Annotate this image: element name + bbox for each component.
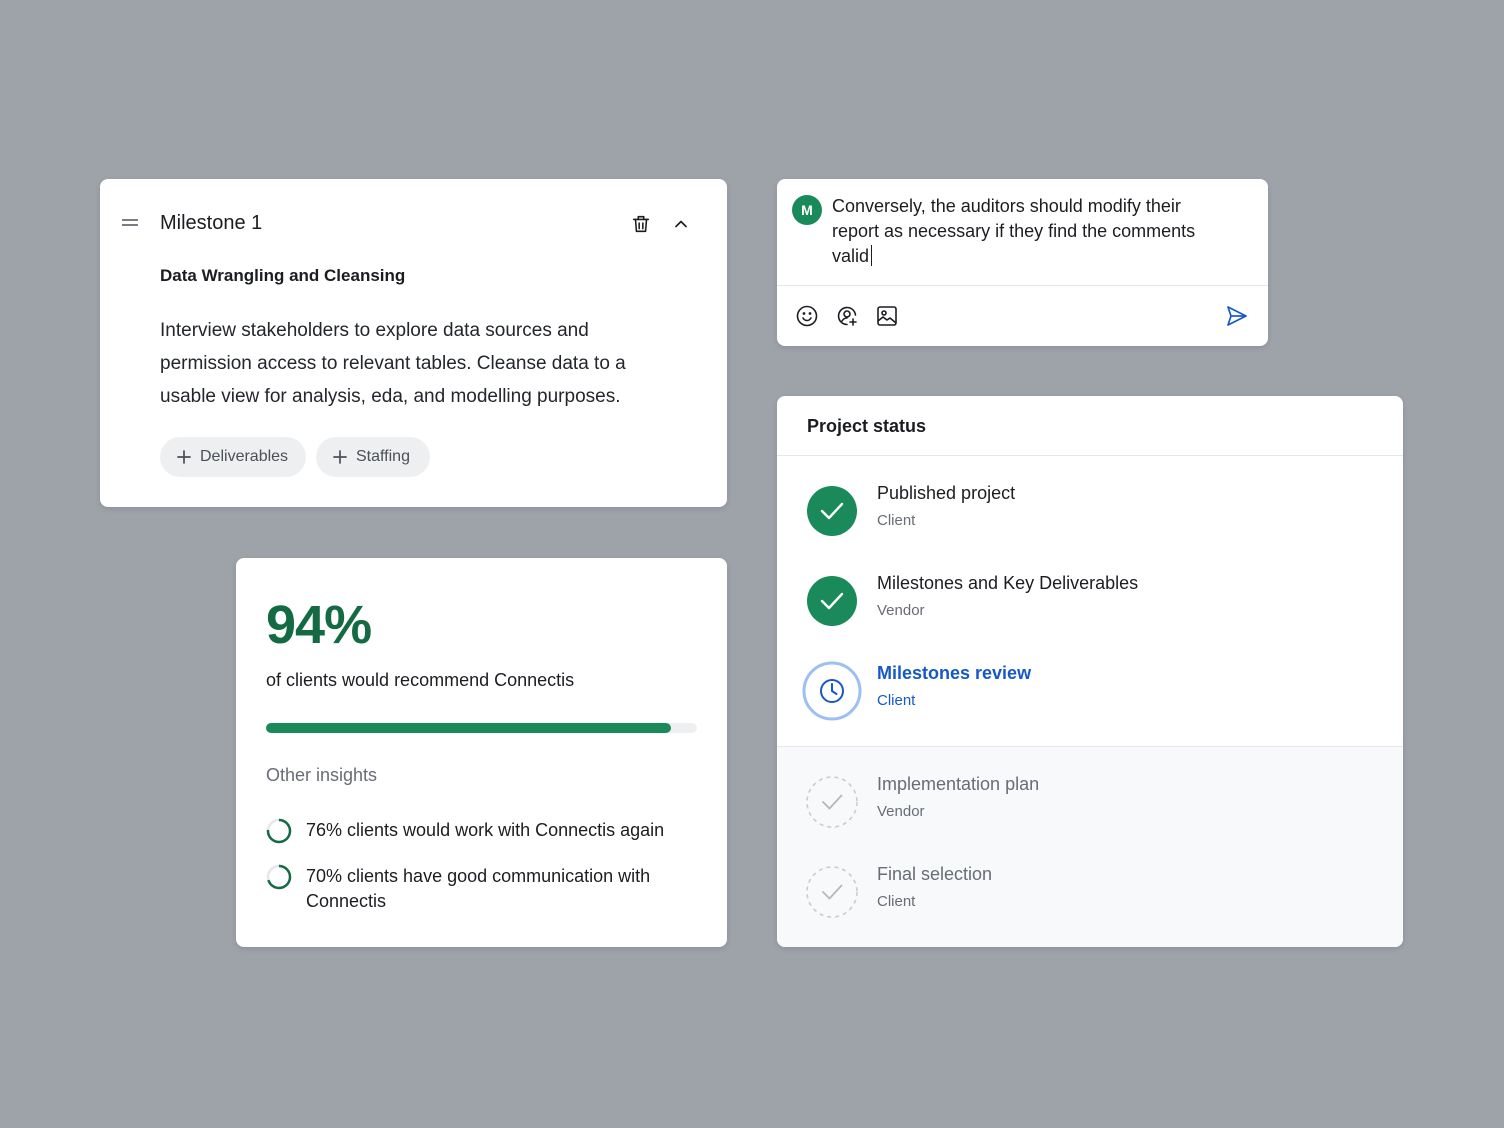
send-icon[interactable] — [1223, 302, 1251, 330]
plus-icon — [177, 450, 191, 464]
clock-icon — [802, 661, 862, 721]
comment-text: Conversely, the auditors should modify t… — [832, 196, 1196, 266]
milestone-description: Interview stakeholders to explore data s… — [160, 320, 626, 407]
progress-ring-icon — [266, 818, 292, 844]
divider — [777, 455, 1403, 456]
recommend-progress-fill — [266, 723, 672, 733]
add-deliverables-button[interactable]: Deliverables — [160, 437, 306, 477]
check-circle-icon — [807, 486, 857, 536]
insight-item: 76% clients would work with Connectis ag… — [266, 818, 706, 844]
other-insights-title: Other insights — [266, 765, 378, 785]
plus-icon — [333, 450, 347, 464]
step-role: Vendor — [877, 602, 925, 619]
recommend-label: of clients would recommend Connectis — [266, 670, 575, 690]
recommend-percentage: 94% — [266, 595, 372, 655]
insight-text: 70% clients have good communication with… — [306, 866, 651, 911]
step-label: Milestones and Key Deliverables — [877, 573, 1139, 593]
milestone-title: Milestone 1 — [160, 212, 263, 234]
chip-label: Staffing — [356, 448, 410, 465]
divider — [777, 285, 1268, 286]
avatar: M — [792, 195, 822, 225]
recommendation-card: 94% of clients would recommend Connectis… — [236, 558, 727, 947]
chevron-up-icon[interactable] — [667, 210, 695, 238]
step-role: Client — [877, 512, 916, 529]
text-caret — [871, 245, 873, 266]
insight-text: 76% clients would work with Connectis ag… — [306, 820, 665, 840]
progress-ring-icon — [266, 864, 292, 890]
insight-item: 70% clients have good communication with… — [266, 864, 706, 914]
status-step-milestones-deliverables[interactable]: Milestones and Key Deliverables Vendor — [802, 571, 1362, 631]
step-label: Implementation plan — [877, 774, 1040, 794]
mention-icon[interactable] — [833, 302, 861, 330]
project-status-card: Project status Published project Client … — [777, 396, 1403, 947]
status-step-final-selection[interactable]: Final selection Client — [802, 862, 1362, 922]
image-icon[interactable] — [873, 302, 901, 330]
status-step-milestones-review[interactable]: Milestones review Client — [802, 661, 1362, 721]
chip-label: Deliverables — [200, 448, 289, 465]
dashed-check-icon — [806, 866, 858, 918]
step-role: Client — [877, 692, 916, 709]
drag-handle-icon[interactable] — [120, 213, 140, 233]
milestone-subtitle: Data Wrangling and Cleansing — [160, 266, 406, 285]
trash-icon[interactable] — [627, 210, 655, 238]
step-role: Client — [877, 893, 916, 910]
check-circle-icon — [807, 576, 857, 626]
status-step-published-project[interactable]: Published project Client — [802, 481, 1362, 541]
step-label: Milestones review — [877, 663, 1032, 683]
recommend-progress-bar — [266, 723, 697, 733]
status-step-implementation-plan[interactable]: Implementation plan Vendor — [802, 772, 1362, 832]
project-status-title: Project status — [807, 416, 927, 436]
step-label: Published project — [877, 483, 1016, 503]
comment-input[interactable]: Conversely, the auditors should modify t… — [832, 194, 1232, 269]
milestone-card: Milestone 1 Data Wrangling and Cleansing… — [100, 179, 727, 507]
emoji-icon[interactable] — [793, 302, 821, 330]
step-role: Vendor — [877, 803, 925, 820]
comment-card: M Conversely, the auditors should modify… — [777, 179, 1268, 346]
dashed-check-icon — [806, 776, 858, 828]
add-staffing-button[interactable]: Staffing — [316, 437, 430, 477]
step-label: Final selection — [877, 864, 993, 884]
